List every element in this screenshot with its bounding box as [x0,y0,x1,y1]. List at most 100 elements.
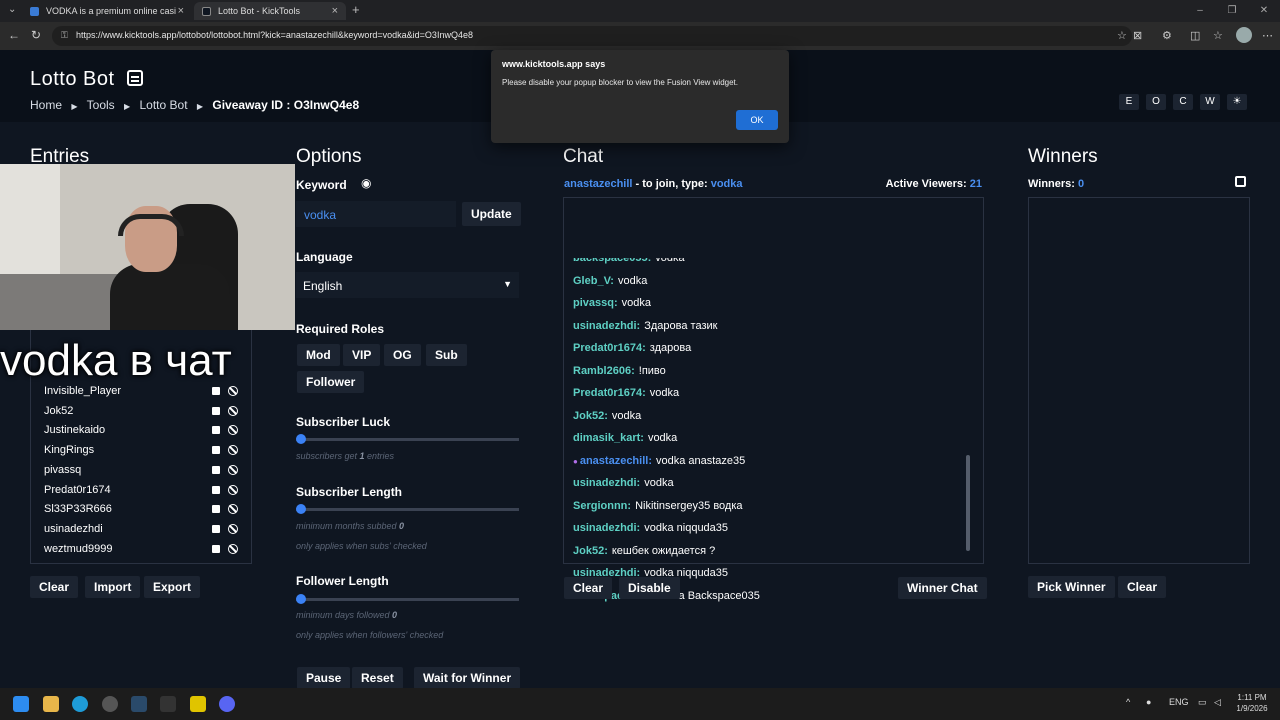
back-icon[interactable]: ← [8,28,20,42]
url-field[interactable]: ⚿ https://www.kicktools.app/lottobot/lot… [52,26,1132,46]
chat-username[interactable]: Rambl2606: [573,365,635,377]
remove-entry-icon[interactable] [212,446,220,455]
follower-length-slider[interactable] [296,594,519,604]
remove-entry-icon[interactable] [212,465,220,474]
export-button[interactable]: Export [144,576,201,598]
role-og-button[interactable]: OG [384,344,421,366]
header-button-c[interactable]: C [1173,94,1193,110]
chat-username[interactable]: Jok52: [573,545,608,557]
theme-toggle-icon[interactable]: ☀ [1227,94,1247,110]
slider-knob[interactable] [296,594,306,604]
chat-username[interactable]: usinadezhdi: [573,320,640,332]
update-button[interactable]: Update [462,202,521,226]
chat-username[interactable]: Predat0r1674: [573,387,646,399]
volume-icon[interactable]: ◁ [1214,697,1221,708]
slider-knob[interactable] [296,504,306,514]
remove-entry-icon[interactable] [212,426,220,435]
ban-icon[interactable] [228,386,238,396]
subscriber-luck-slider[interactable] [296,434,519,444]
split-screen-icon[interactable]: ◫ [1190,29,1200,42]
remove-entry-icon[interactable] [212,505,220,514]
role-vip-button[interactable]: VIP [343,344,381,366]
tab-lotto-bot[interactable]: Lotto Bot - KickTools × [194,2,346,20]
close-window-icon[interactable]: ✕ [1248,0,1280,22]
chat-username[interactable]: Sergionnn: [573,500,631,512]
remove-entry-icon[interactable] [212,524,220,533]
chat-username[interactable]: Predat0r1674: [573,342,646,354]
entries-clear-button[interactable]: Clear [30,576,79,598]
chat-username[interactable]: pivassq: [573,297,618,309]
copy-icon[interactable] [1235,176,1246,187]
close-icon[interactable]: × [332,5,338,17]
import-button[interactable]: Import [85,576,141,598]
wait-for-winner-button[interactable]: Wait for Winner [414,667,521,688]
subscriber-length-slider[interactable] [296,504,519,514]
disable-button[interactable]: Disable [619,577,680,599]
keyword-input[interactable]: vodka [296,201,456,227]
channel-name[interactable]: anastazechill [564,178,632,190]
network-icon[interactable]: ▭ [1198,697,1207,708]
header-button-o[interactable]: O [1146,94,1166,110]
more-icon[interactable]: ⋯ [1262,29,1273,42]
crumb-tools[interactable]: Tools [87,98,115,112]
file-explorer-icon[interactable] [43,696,59,712]
app-icon[interactable] [190,696,206,712]
role-sub-button[interactable]: Sub [426,344,467,366]
clock[interactable]: 1:11 PM 1/9/2026 [1232,692,1272,714]
chat-username[interactable]: Jok52: [573,410,608,422]
chat-username[interactable]: Gleb_V: [573,275,614,287]
restore-icon[interactable]: ❐ [1216,0,1248,22]
pause-button[interactable]: Pause [297,667,351,688]
role-mod-button[interactable]: Mod [297,344,340,366]
tab-list-icon[interactable]: ⌄ [8,4,16,15]
remove-entry-icon[interactable] [212,485,220,494]
header-button-e[interactable]: E [1119,94,1139,110]
chat-username[interactable]: usinadezhdi: [573,477,640,489]
eye-icon[interactable]: ◉ [361,176,371,190]
extensions-icon[interactable]: ⚙ [1162,29,1172,42]
crumb-lotto-bot[interactable]: Lotto Bot [140,98,188,112]
chrome-icon[interactable] [102,696,118,712]
edge-browser-icon[interactable] [72,696,88,712]
terminal-icon[interactable] [160,696,176,712]
microphone-icon[interactable]: ● [1146,697,1151,707]
refresh-icon[interactable]: ↻ [31,28,41,42]
ban-icon[interactable] [228,484,238,495]
header-button-w[interactable]: W [1200,94,1220,110]
chat-username[interactable]: dimasik_kart: [573,432,644,444]
dialog-ok-button[interactable]: OK [736,110,778,130]
chat-username[interactable]: anastazechill: [580,455,652,467]
pick-winner-button[interactable]: Pick Winner [1028,576,1115,598]
chat-username[interactable]: usinadezhdi: [573,522,640,534]
favorite-star-icon[interactable]: ☆ [1117,29,1127,42]
slider-knob[interactable] [296,434,306,444]
tray-chevron-icon[interactable]: ^ [1126,697,1130,707]
ban-icon[interactable] [228,543,238,554]
popup-blocked-icon[interactable]: ⊠ [1133,29,1142,42]
remove-entry-icon[interactable] [212,387,220,395]
language-indicator[interactable]: ENG [1169,697,1189,707]
ban-icon[interactable] [228,405,238,416]
chat-clear-button[interactable]: Clear [564,577,613,599]
language-select[interactable]: English ▼ [296,272,519,298]
reset-button[interactable]: Reset [352,667,403,688]
winner-chat-button[interactable]: Winner Chat [898,577,987,599]
favorites-icon[interactable]: ☆ [1213,29,1223,42]
tab-vodka[interactable]: VODKA is a premium online casi × [22,2,192,20]
remove-entry-icon[interactable] [212,406,220,415]
windows-start-icon[interactable] [13,696,29,712]
crumb-home[interactable]: Home [30,98,62,112]
minimize-icon[interactable]: – [1184,0,1216,22]
ban-icon[interactable] [228,523,238,534]
new-tab-icon[interactable]: + [352,2,360,17]
chat-text: кешбек ожидается ? [611,544,716,557]
role-follower-button[interactable]: Follower [297,371,365,393]
profile-avatar[interactable] [1236,27,1252,43]
chat-scrollbar[interactable] [966,455,970,551]
discord-icon[interactable] [219,696,235,712]
ban-icon[interactable] [228,464,238,475]
steam-icon[interactable] [131,696,147,712]
winners-clear-button[interactable]: Clear [1118,576,1167,598]
remove-entry-icon[interactable] [212,544,220,553]
close-icon[interactable]: × [178,5,184,17]
